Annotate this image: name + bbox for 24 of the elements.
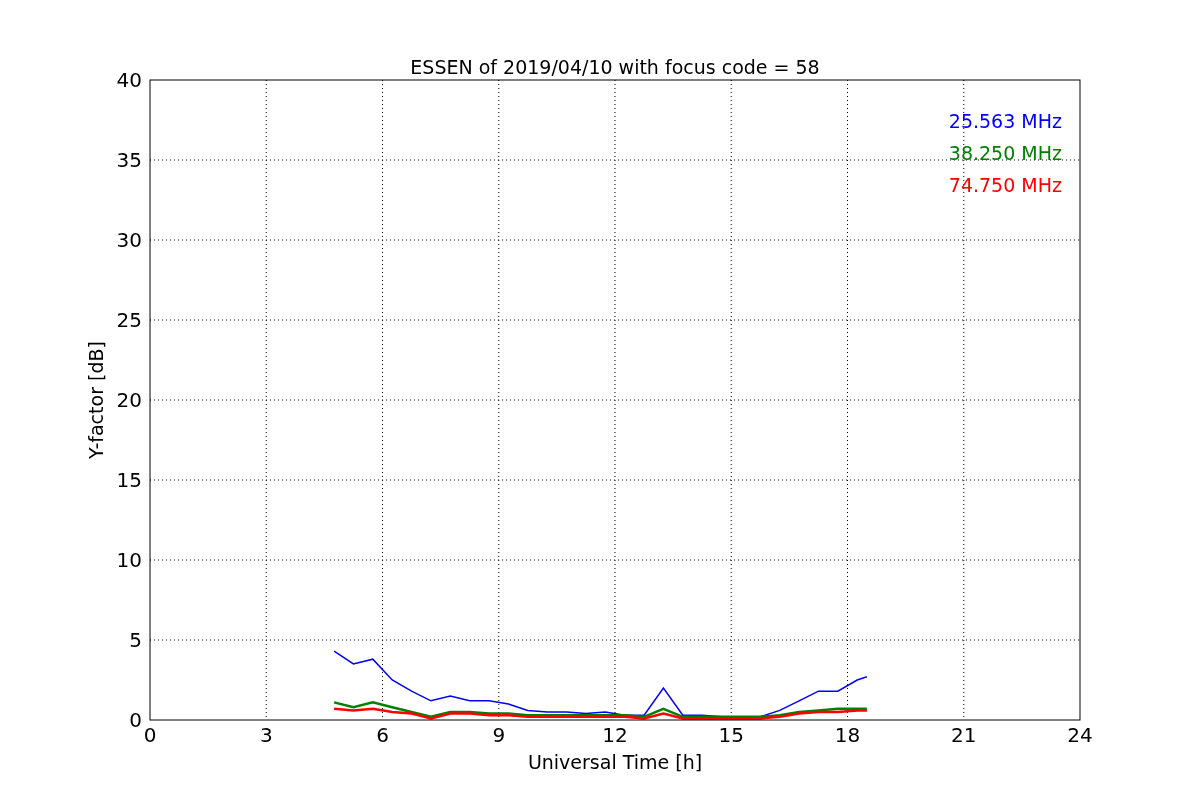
x-axis-label: Universal Time [h] — [527, 751, 703, 773]
y-tick-label: 5 — [129, 628, 142, 652]
y-tick-label: 30 — [116, 228, 142, 252]
x-tick-label: 3 — [259, 723, 273, 747]
y-tick-label: 35 — [116, 148, 142, 172]
legend-label: 25.563 MHz — [948, 110, 1062, 132]
y-tick-label: 25 — [116, 308, 142, 332]
y-axis-label: Y-factor [dB] — [85, 341, 107, 459]
y-tick-label: 0 — [129, 708, 142, 732]
x-tick-label: 12 — [602, 723, 628, 747]
legend-label: 74.750 MHz — [948, 174, 1062, 196]
x-tick-label: 15 — [718, 723, 744, 747]
legend-label: 38.250 MHz — [948, 142, 1062, 164]
y-tick-label: 10 — [116, 548, 142, 572]
chart-title: ESSEN of 2019/04/10 with focus code = 58 — [410, 56, 820, 78]
x-tick-label: 0 — [143, 723, 157, 747]
x-tick-label: 6 — [376, 723, 389, 747]
y-tick-label: 20 — [116, 388, 142, 412]
y-tick-label: 15 — [116, 468, 142, 492]
y-tick-label: 40 — [116, 68, 142, 92]
x-tick-label: 24 — [1067, 723, 1093, 747]
x-tick-label: 21 — [951, 723, 977, 747]
x-tick-label: 18 — [834, 723, 861, 747]
x-tick-label: 9 — [492, 723, 506, 747]
